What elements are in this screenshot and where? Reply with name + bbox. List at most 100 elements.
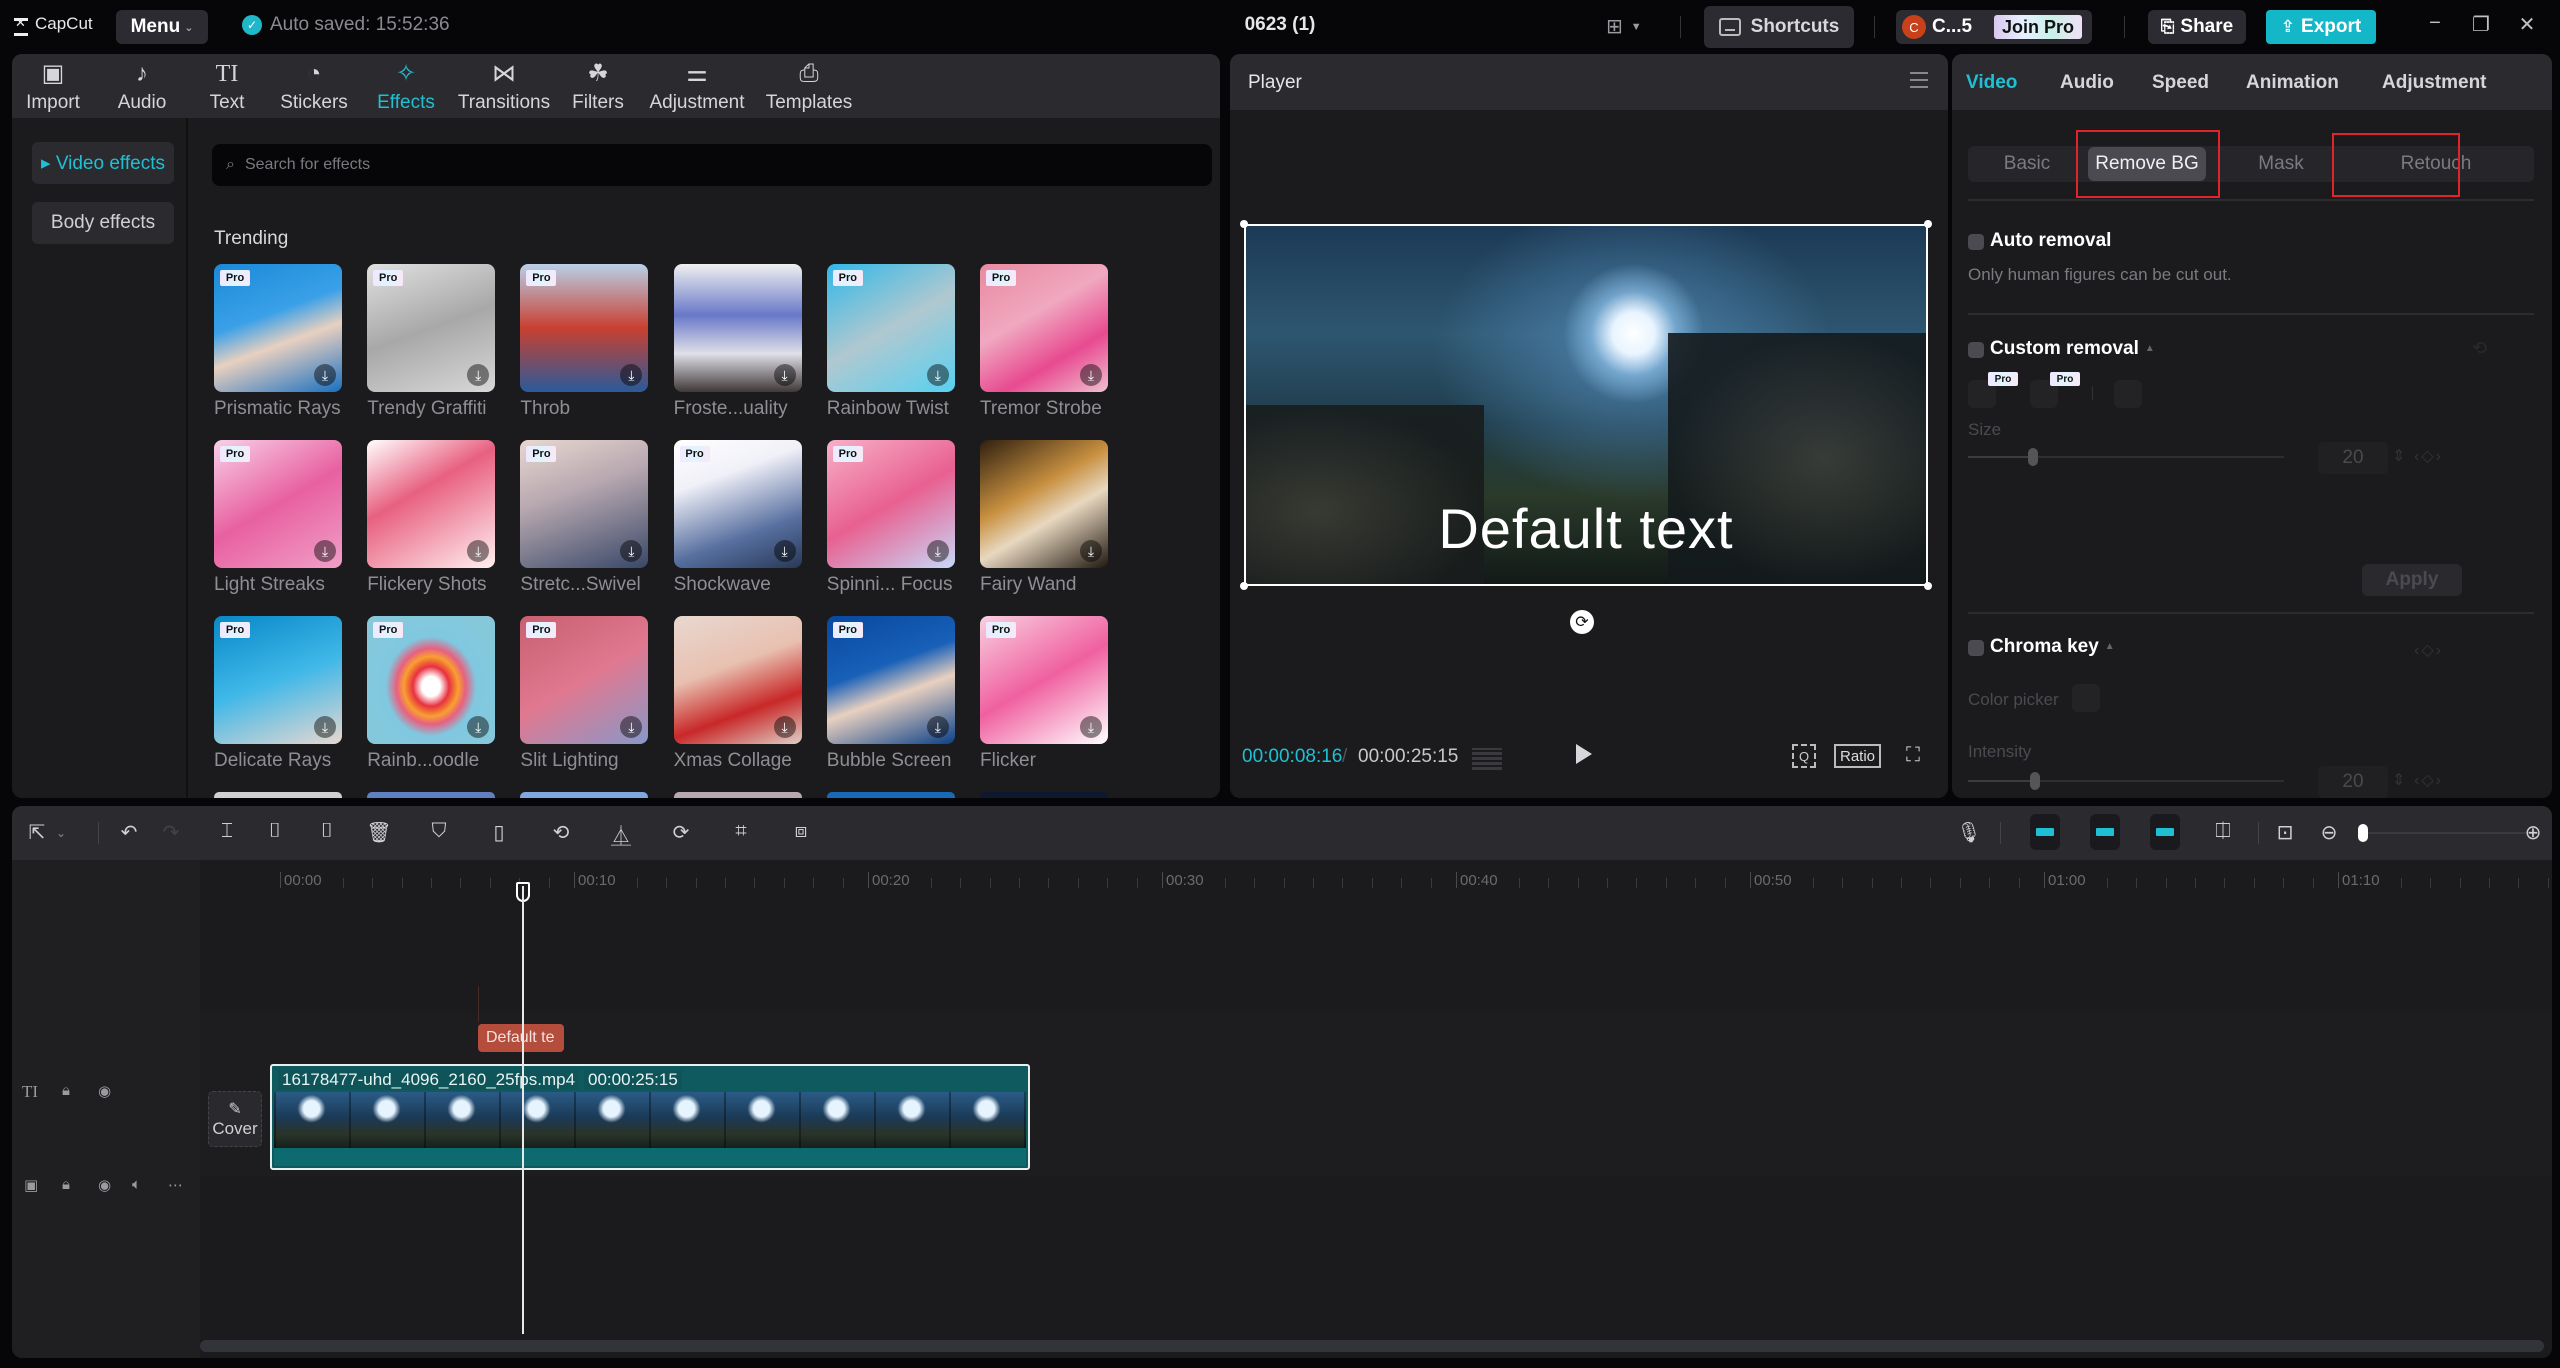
tab-text[interactable]: TI Text — [202, 60, 252, 114]
tab-import[interactable]: ▣ Import — [24, 60, 82, 114]
zoom-fit-icon[interactable]: Q — [1792, 744, 1816, 768]
timeline-ruler[interactable]: 00:00 00:10 00:20 00:30 00:40 00:50 01:00 01:10 — [200, 860, 2552, 900]
apply-button[interactable]: Apply — [2362, 564, 2462, 596]
split-icon[interactable]: ⌶ — [214, 820, 240, 843]
effect-card[interactable]: ⤓ Froste...uality — [673, 264, 804, 420]
split-left-icon[interactable]: ⌷ — [262, 820, 288, 843]
zoom-in-icon[interactable]: ⊕ — [2520, 820, 2546, 845]
effect-card[interactable]: Pro ⤓ Spinni... Focus — [826, 440, 957, 596]
delete-icon[interactable]: 🗑︎ — [366, 820, 392, 845]
effect-card[interactable]: Pro ⤓ Delicate Rays — [214, 616, 344, 772]
effect-thumbnail[interactable]: Pro ⤓ — [826, 616, 955, 744]
effect-card[interactable]: Pro ⤓ Flicker — [980, 616, 1110, 772]
video-preview[interactable]: Default text — [1244, 224, 1928, 586]
intensity-slider-thumb[interactable] — [2030, 772, 2040, 790]
rotate-icon[interactable]: ⟳ — [1570, 610, 1594, 634]
marker-icon[interactable]: ⛉ — [426, 820, 452, 843]
shortcuts-button[interactable]: Shortcuts — [1704, 6, 1854, 48]
timecode-list-icon[interactable] — [1472, 748, 1502, 770]
effect-thumbnail[interactable]: Pro ⤓ — [980, 616, 1108, 744]
resize-handle[interactable] — [1924, 582, 1932, 590]
download-icon[interactable]: ⤓ — [773, 364, 796, 386]
video-clip[interactable]: 16178477-uhd_4096_2160_25fps.mp4 00:00:2… — [270, 1064, 1030, 1170]
eraser-tool[interactable] — [2114, 380, 2142, 408]
tab-transitions[interactable]: ⋈ Transitions — [448, 60, 560, 114]
effect-thumbnail[interactable]: Pro ⤓ — [367, 616, 496, 744]
download-icon[interactable]: ⤓ — [926, 540, 949, 562]
effect-thumbnail[interactable]: Pro ⤓ — [520, 616, 649, 744]
layout-button[interactable]: ⊞ ▼ — [1606, 14, 1642, 39]
tab-video[interactable]: Video — [1966, 72, 2017, 94]
download-icon[interactable]: ⤓ — [314, 716, 336, 738]
download-icon[interactable]: ⤓ — [620, 540, 643, 562]
download-icon[interactable]: ⤓ — [314, 364, 336, 386]
reset-icon[interactable]: ⟲ — [2472, 338, 2487, 359]
resize-handle[interactable] — [1924, 220, 1932, 228]
redo-icon[interactable]: ↷ — [158, 820, 184, 845]
effect-card[interactable]: Pro ⤓ Throb — [520, 264, 650, 420]
download-icon[interactable]: ⤓ — [1080, 364, 1102, 386]
effect-thumbnail[interactable] — [826, 792, 955, 798]
reverse-icon[interactable]: ⟲ — [548, 820, 574, 845]
effect-card[interactable]: Pro ⤓ Shockwave — [673, 440, 804, 596]
chroma-key-header[interactable]: Chroma key ▲ — [1990, 636, 2115, 658]
effect-thumbnail[interactable] — [214, 792, 342, 798]
effect-card[interactable]: Pro ⤓ Rainb...oodle — [367, 616, 497, 772]
download-icon[interactable]: ⤓ — [1080, 540, 1102, 562]
effect-thumbnail[interactable]: Pro ⤓ — [520, 264, 649, 392]
download-icon[interactable]: ⤓ — [926, 716, 949, 738]
custom-removal-checkbox[interactable] — [1968, 342, 1984, 358]
effect-card[interactable]: Pro ⤓ Slit Lighting — [520, 616, 650, 772]
zoom-to-fit-icon[interactable]: ⊡ — [2272, 820, 2298, 845]
effect-thumbnail[interactable]: Pro ⤓ — [980, 264, 1108, 392]
sidebar-item-video-effects[interactable]: ▸ Video effects — [32, 142, 174, 184]
horizontal-scrollbar[interactable] — [200, 1340, 2544, 1352]
close-button[interactable]: ✕ — [2512, 12, 2542, 37]
effect-card[interactable]: Pro ⤓ Stretc...Swivel — [520, 440, 650, 596]
subtab-basic[interactable]: Basic — [1968, 146, 2086, 182]
avatar[interactable]: C — [1902, 15, 1926, 39]
effect-thumbnail[interactable]: ⤓ — [673, 616, 802, 744]
effect-card[interactable]: Pro ⤓ Light Streaks — [214, 440, 344, 596]
effect-card[interactable]: ⤓ Xmas Collage — [673, 616, 804, 772]
effect-card[interactable]: ⤓ Flickery Shots — [367, 440, 497, 596]
subtab-mask[interactable]: Mask — [2222, 146, 2340, 182]
tab-adjustment[interactable]: ⚌ Adjustment — [638, 60, 756, 114]
keyframe-icon[interactable]: ‹◇› — [2414, 446, 2443, 466]
auto-snap-toggle[interactable] — [2090, 814, 2120, 850]
restore-button[interactable]: ❐ — [2466, 12, 2496, 37]
linkage-toggle[interactable] — [2150, 814, 2180, 850]
undo-icon[interactable]: ↶ — [116, 820, 142, 845]
main-track-magnet-toggle[interactable] — [2030, 814, 2060, 850]
audio-separate-icon[interactable]: ⧈ — [788, 820, 814, 843]
effect-thumbnail[interactable]: ⤓ — [980, 440, 1108, 568]
tab-audio[interactable]: Audio — [2060, 72, 2114, 94]
tab-templates[interactable]: ⎙ Templates — [752, 60, 866, 114]
search-input[interactable]: ⌕ Search for effects — [212, 144, 1212, 186]
resize-handle[interactable] — [1240, 582, 1248, 590]
effect-thumbnail[interactable]: Pro ⤓ — [214, 264, 342, 392]
mirror-icon[interactable]: ⏅ — [608, 820, 634, 849]
effect-thumbnail[interactable]: Pro ⤓ — [367, 264, 496, 392]
rotate-icon[interactable]: ⟳ — [668, 820, 694, 845]
zoom-out-icon[interactable]: ⊖ — [2316, 820, 2342, 845]
effect-thumbnail[interactable]: Pro ⤓ — [826, 440, 955, 568]
effect-card[interactable]: Pro ⤓ Rainbow Twist — [826, 264, 957, 420]
effect-thumbnail[interactable]: ⤓ — [367, 440, 496, 568]
audio-mute-icon[interactable]: 🔈︎ — [132, 1176, 141, 1193]
download-icon[interactable]: ⤓ — [620, 716, 643, 738]
effect-thumbnail[interactable]: Pro ⤓ — [520, 440, 649, 568]
effect-card[interactable]: ⤓ Fairy Wand — [980, 440, 1110, 596]
download-icon[interactable]: ⤓ — [467, 716, 490, 738]
sidebar-item-body-effects[interactable]: Body effects — [32, 202, 174, 244]
effect-card[interactable]: Pro ⤓ Prismatic Rays — [214, 264, 344, 420]
effect-thumbnail[interactable] — [980, 792, 1108, 798]
auto-removal-checkbox[interactable] — [1968, 234, 1984, 250]
minimize-button[interactable]: − — [2420, 12, 2450, 35]
preview-axis-icon[interactable]: ⎅ — [2210, 820, 2236, 843]
download-icon[interactable]: ⤓ — [314, 540, 336, 562]
effect-thumbnail[interactable]: Pro ⤓ — [826, 264, 955, 392]
chevron-down-icon[interactable]: ⌄ — [48, 826, 74, 840]
play-button[interactable] — [1576, 744, 1592, 764]
effect-thumbnail[interactable]: Pro ⤓ — [214, 440, 342, 568]
